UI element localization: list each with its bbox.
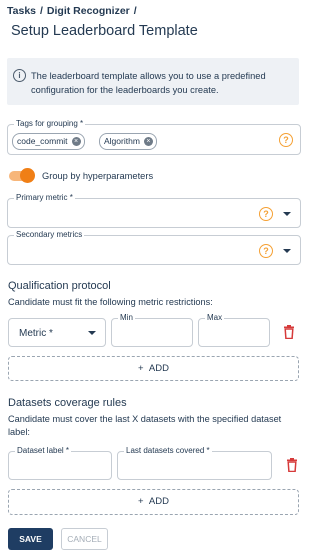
breadcrumb-separator: / xyxy=(40,5,43,17)
max-field[interactable]: Max xyxy=(198,313,270,347)
add-dataset-rule-label: ADD xyxy=(148,496,169,507)
max-field-label: Max xyxy=(205,313,225,322)
group-toggle-label: Group by hyperparameters xyxy=(42,171,154,181)
last-datasets-covered-field[interactable]: Last datasets covered * xyxy=(117,446,272,480)
min-field-label: Min xyxy=(118,313,135,322)
tag-chip-algorithm: Algorithm × xyxy=(99,133,157,150)
breadcrumb-separator: / xyxy=(133,5,137,17)
breadcrumb-link-digit-recognizer[interactable]: Digit Recognizer xyxy=(47,5,130,17)
chevron-down-icon[interactable] xyxy=(88,331,96,335)
plus-icon: + xyxy=(138,496,149,507)
metric-select-label: Metric * xyxy=(19,328,53,339)
plus-icon: + xyxy=(138,363,149,374)
chevron-down-icon[interactable] xyxy=(283,212,291,216)
tag-chip-code-commit: code_commit × xyxy=(12,133,85,150)
close-icon[interactable]: × xyxy=(71,137,81,146)
save-button[interactable]: SAVE xyxy=(8,528,53,550)
page-title: Setup Leaderboard Template xyxy=(11,23,198,39)
primary-metric-select[interactable]: Primary metric * ? xyxy=(7,193,301,228)
help-icon[interactable]: ? xyxy=(279,133,293,147)
tag-chip-label: Algorithm xyxy=(104,136,140,146)
add-qualification-button[interactable]: + ADD xyxy=(8,356,299,381)
info-box: i The leaderboard template allows you to… xyxy=(7,58,299,105)
cancel-button[interactable]: CANCEL xyxy=(61,528,108,550)
primary-metric-label: Primary metric * xyxy=(14,193,75,202)
secondary-metrics-select[interactable]: Secondary metrics ? xyxy=(7,230,301,265)
add-qualification-label: ADD xyxy=(148,363,169,374)
chevron-down-icon[interactable] xyxy=(283,249,291,253)
add-dataset-rule-button[interactable]: + ADD xyxy=(8,489,299,515)
info-icon: i xyxy=(13,69,26,82)
qualification-description: Candidate must fit the following metric … xyxy=(8,297,213,307)
trash-icon[interactable] xyxy=(286,458,298,472)
help-icon[interactable]: ? xyxy=(259,207,273,221)
dataset-label-field-label: Dataset label * xyxy=(15,446,72,455)
datasets-title: Datasets coverage rules xyxy=(8,397,127,409)
tags-field[interactable]: Tags for grouping * code_commit × Algori… xyxy=(7,119,301,155)
qualification-title: Qualification protocol xyxy=(8,280,111,292)
info-text: The leaderboard template allows you to u… xyxy=(31,71,266,95)
secondary-metrics-label: Secondary metrics xyxy=(14,230,85,239)
close-icon[interactable]: × xyxy=(143,137,153,146)
last-datasets-covered-label: Last datasets covered * xyxy=(124,446,212,455)
datasets-description: Candidate must cover the last X datasets… xyxy=(8,414,282,437)
breadcrumb-link-tasks[interactable]: Tasks xyxy=(7,5,36,17)
help-icon[interactable]: ? xyxy=(259,244,273,258)
breadcrumb: Tasks / Digit Recognizer / xyxy=(7,5,141,17)
trash-icon[interactable] xyxy=(283,325,295,339)
metric-select[interactable]: Metric * xyxy=(8,318,106,347)
group-toggle-knob[interactable] xyxy=(20,168,35,183)
tag-chip-label: code_commit xyxy=(17,136,68,146)
min-field[interactable]: Min xyxy=(111,313,193,347)
tags-field-label: Tags for grouping * xyxy=(14,119,86,128)
dataset-label-field[interactable]: Dataset label * xyxy=(8,446,112,480)
